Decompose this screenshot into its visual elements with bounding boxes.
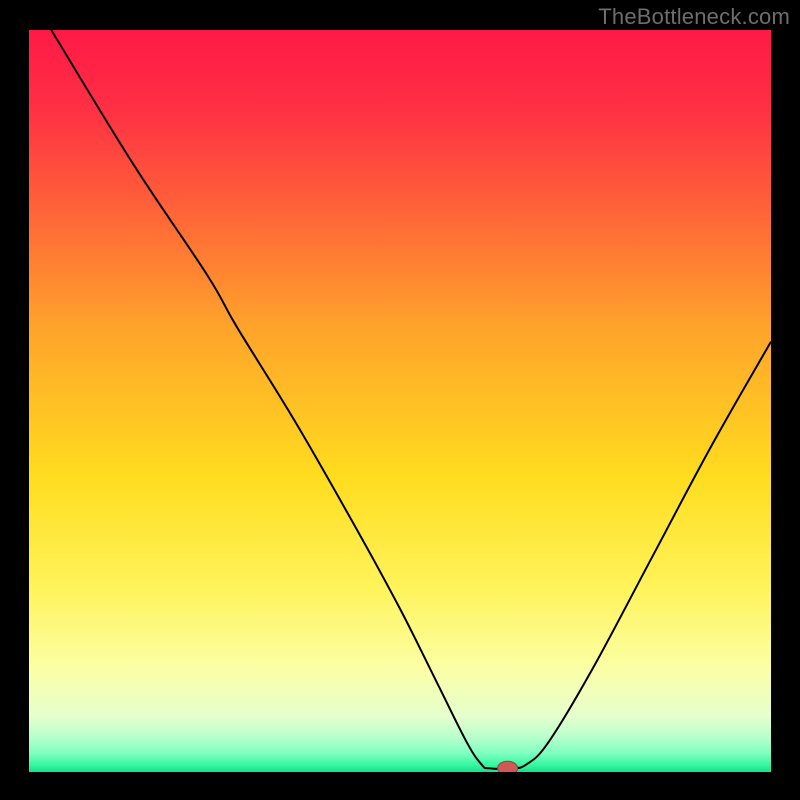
chart-frame: TheBottleneck.com (0, 0, 800, 800)
chart-svg (29, 30, 771, 772)
minimum-marker (498, 761, 518, 772)
chart-plot-area (29, 30, 771, 772)
gradient-background (29, 30, 771, 772)
watermark-text: TheBottleneck.com (598, 4, 790, 30)
